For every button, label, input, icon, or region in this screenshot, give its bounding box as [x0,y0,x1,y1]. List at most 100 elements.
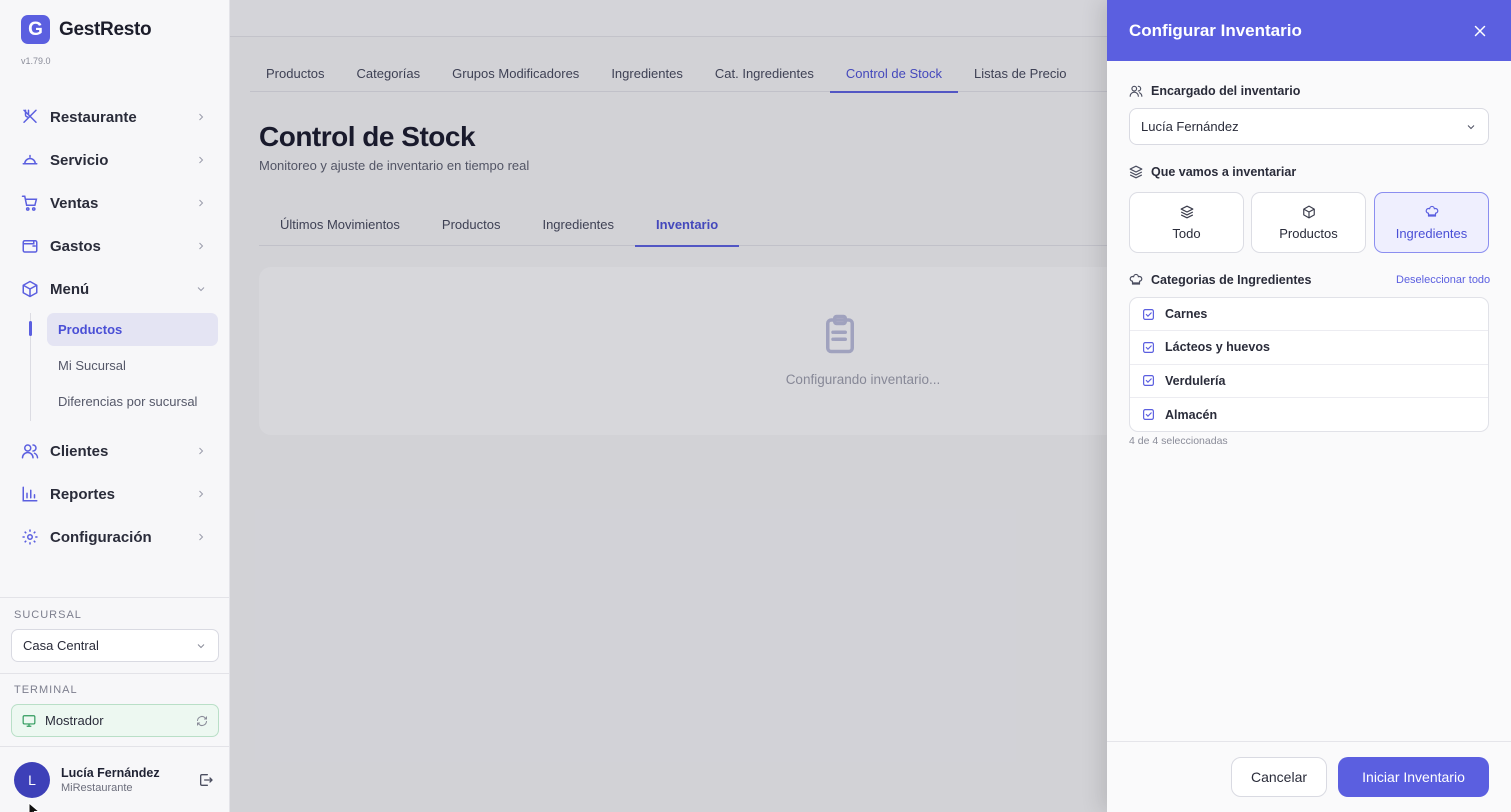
sidebar-item-label: Configuración [50,528,152,546]
category-label: Verdulería [1165,373,1226,388]
sidebar-item-reportes[interactable]: Reportes [21,483,207,505]
scope-option-productos[interactable]: Productos [1251,192,1366,253]
sidebar-item-label: Gastos [50,237,101,255]
checkbox-checked-icon[interactable] [1142,308,1155,321]
divider [0,597,230,598]
sidebar-item-label: Servicio [50,151,109,169]
sidebar-item-label: Restaurante [50,108,137,126]
chevron-right-icon [199,490,204,498]
avatar: L [14,762,50,798]
drawer-header: Configurar Inventario [1107,0,1511,61]
refresh-icon[interactable] [196,715,208,727]
sidebar-item-label: Reportes [50,485,116,503]
sidebar-item-configuracion[interactable]: Configuración [21,526,207,548]
chevron-right-icon [199,199,204,207]
sidebar-item-menu[interactable]: Menú [21,278,207,300]
terminal-value: Mostrador [45,713,104,728]
users-icon [21,444,39,459]
scope-label-text: Que vamos a inventariar [1151,165,1297,179]
selected-count: 4 de 4 seleccionadas [1129,435,1228,447]
user-name: Lucía Fernández [61,766,160,780]
sidebar-item-label: Clientes [50,442,109,460]
category-label: Carnes [1165,307,1208,322]
layers-icon [1180,205,1193,218]
scope-option-label: Ingredientes [1395,225,1468,241]
checkbox-checked-icon[interactable] [1142,374,1155,387]
cloche-icon [22,154,38,165]
terminal-select[interactable]: Mostrador [11,704,219,737]
sidebar-item-label: Menú [50,280,90,298]
gear-icon [22,529,38,545]
chef-hat-icon [1129,273,1143,285]
sidebar-subitem-diferencias[interactable]: Diferencias por sucursal [47,385,218,418]
sidebar-item-ventas[interactable]: Ventas [21,192,207,214]
category-item-lacteos[interactable]: Lácteos y huevos [1130,331,1488,365]
checkbox-checked-icon[interactable] [1142,408,1155,421]
chevron-down-icon [197,643,205,648]
user-info: Lucía Fernández MiRestaurante [61,766,198,794]
chevron-right-icon [199,156,204,164]
scope-option-label: Todo [1172,225,1201,241]
chevron-right-icon [199,533,204,541]
sidebar-item-gastos[interactable]: Gastos [21,235,207,257]
chevron-down-icon [197,287,205,292]
app-version: v1.79.0 [21,56,51,66]
start-inventory-button[interactable]: Iniciar Inventario [1338,757,1489,797]
chevron-right-icon [199,113,204,121]
bar-chart-icon [22,486,38,502]
categories-label-text: Categorias de Ingredientes [1151,273,1312,287]
category-list: Carnes Lácteos y huevos Verdulería Almac… [1129,297,1489,433]
utensils-icon [23,109,37,123]
sidebar-item-restaurante[interactable]: Restaurante [21,106,207,128]
category-item-verduleria[interactable]: Verdulería [1130,365,1488,398]
users-icon [1129,85,1143,97]
categories-label: Categorias de Ingredientes [1129,273,1311,287]
scope-option-ingredientes[interactable]: Ingredientes [1374,192,1489,253]
manager-label-text: Encargado del inventario [1151,84,1301,98]
submenu-active-indicator [29,321,32,336]
manager-select-value: Lucía Fernández [1141,119,1239,134]
sidebar-item-clientes[interactable]: Clientes [21,440,207,462]
cancel-button[interactable]: Cancelar [1231,757,1327,797]
close-icon[interactable] [1471,22,1489,40]
box-icon [1302,205,1315,218]
user-org: MiRestaurante [61,782,133,794]
deselect-all-link[interactable]: Deseleccionar todo [1396,274,1490,286]
category-label: Almacén [1165,407,1218,422]
drawer-footer: Cancelar Iniciar Inventario [1107,741,1511,812]
brand[interactable]: G GestResto [21,15,152,44]
manager-label: Encargado del inventario [1129,84,1300,98]
drawer-title: Configurar Inventario [1129,20,1302,40]
configure-inventory-drawer: Configurar Inventario Encargado del inve… [1107,0,1511,812]
divider [0,673,230,674]
mouse-cursor-icon [28,802,41,812]
cart-icon [21,195,38,211]
scope-option-todo[interactable]: Todo [1129,192,1244,253]
branch-caption: SUCURSAL [14,609,82,621]
sidebar-item-servicio[interactable]: Servicio [21,149,207,171]
wallet-icon [22,240,38,253]
sidebar-subitem-mi-sucursal[interactable]: Mi Sucursal [47,349,218,382]
divider [0,746,230,747]
sidebar-item-label: Ventas [50,194,99,212]
category-item-carnes[interactable]: Carnes [1130,298,1488,332]
checkbox-checked-icon[interactable] [1142,341,1155,354]
branch-select[interactable]: Casa Central [11,629,219,662]
chevron-right-icon [199,447,204,455]
category-item-almacen[interactable]: Almacén [1130,398,1488,431]
brand-name: GestResto [59,18,152,40]
scope-option-label: Productos [1279,225,1338,241]
chevron-down-icon [1467,124,1475,129]
monitor-icon [22,714,36,727]
box-icon [22,280,38,298]
sidebar: G GestResto v1.79.0 Restaurante Servicio… [0,0,230,812]
category-label: Lácteos y huevos [1165,340,1270,355]
user-profile[interactable]: L Lucía Fernández MiRestaurante [14,761,214,799]
layers-icon [1129,165,1143,179]
brand-logo: G [21,15,50,44]
manager-select[interactable]: Lucía Fernández [1129,108,1489,145]
logout-icon[interactable] [198,772,214,788]
sidebar-subitem-productos[interactable]: Productos [47,313,218,346]
branch-select-value: Casa Central [23,638,99,653]
chevron-right-icon [199,242,204,250]
